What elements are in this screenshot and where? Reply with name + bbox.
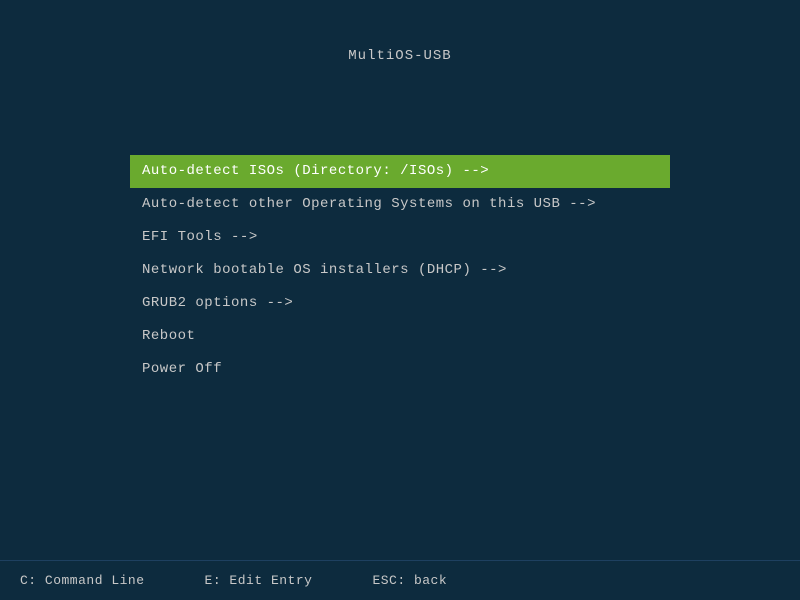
menu-item-4[interactable]: GRUB2 options --> — [130, 287, 670, 320]
menu-item-0[interactable]: Auto-detect ISOs (Directory: /ISOs) --> — [130, 155, 670, 188]
menu-container: Auto-detect ISOs (Directory: /ISOs) -->A… — [130, 155, 670, 386]
menu-item-2[interactable]: EFI Tools --> — [130, 221, 670, 254]
app-title: MultiOS-USB — [0, 0, 800, 84]
footer-item-1: E: Edit Entry — [205, 573, 313, 588]
menu-item-5[interactable]: Reboot — [130, 320, 670, 353]
footer-item-2: ESC: back — [372, 573, 447, 588]
footer-bar: C: Command Line E: Edit Entry ESC: back — [0, 560, 800, 600]
footer-item-0: C: Command Line — [20, 573, 145, 588]
menu-item-1[interactable]: Auto-detect other Operating Systems on t… — [130, 188, 670, 221]
menu-item-6[interactable]: Power Off — [130, 353, 670, 386]
menu-item-3[interactable]: Network bootable OS installers (DHCP) --… — [130, 254, 670, 287]
